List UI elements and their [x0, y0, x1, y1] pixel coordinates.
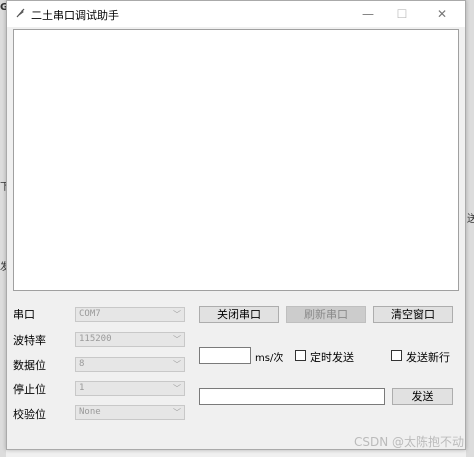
- titlebar: 二土串口调试助手 — ☐ ✕: [7, 1, 465, 27]
- timer-unit-label: ms/次: [255, 353, 284, 364]
- parity-value: None: [79, 407, 101, 417]
- send-button[interactable]: 发送: [392, 388, 453, 405]
- serial-port-label: 串口: [13, 308, 35, 321]
- serial-port-select[interactable]: COM7 ﹀: [75, 307, 185, 322]
- data-bits-select[interactable]: 8 ﹀: [75, 357, 185, 372]
- chevron-down-icon: ﹀: [173, 335, 181, 344]
- receive-textarea[interactable]: [13, 29, 459, 291]
- chevron-down-icon: ﹀: [173, 384, 181, 393]
- close-button[interactable]: ✕: [425, 1, 459, 27]
- chevron-down-icon: ﹀: [173, 310, 181, 319]
- minimize-button[interactable]: —: [351, 1, 385, 27]
- csdn-watermark: CSDN @太陈抱不动: [353, 435, 464, 449]
- refresh-port-button[interactable]: 刷新串口: [286, 306, 366, 323]
- close-port-button[interactable]: 关闭串口: [199, 306, 279, 323]
- baud-rate-value: 115200: [79, 334, 112, 344]
- send-newline-label: 发送新行: [406, 351, 450, 364]
- timed-send-label: 定时发送: [310, 351, 354, 364]
- stop-bits-value: 1: [79, 383, 85, 393]
- timer-interval-input[interactable]: [199, 347, 251, 364]
- parity-select[interactable]: None ﹀: [75, 405, 185, 420]
- background-window-right: [466, 0, 474, 457]
- chevron-down-icon: ﹀: [173, 408, 181, 417]
- serial-port-value: COM7: [79, 309, 101, 319]
- app-feather-icon: [16, 8, 25, 18]
- parity-label: 校验位: [13, 408, 46, 421]
- stop-bits-select[interactable]: 1 ﹀: [75, 381, 185, 396]
- window-title: 二土串口调试助手: [31, 9, 119, 22]
- send-newline-checkbox[interactable]: [391, 350, 402, 361]
- stop-bits-label: 停止位: [13, 383, 46, 396]
- send-input[interactable]: [199, 388, 385, 405]
- serial-assistant-window: 二土串口调试助手 — ☐ ✕ 串口 COM7 ﹀ 波特率 115200 ﹀ 数据…: [6, 0, 466, 450]
- chevron-down-icon: ﹀: [173, 360, 181, 369]
- clear-window-button[interactable]: 清空窗口: [373, 306, 453, 323]
- baud-rate-label: 波特率: [13, 334, 46, 347]
- background-text: 送: [467, 214, 474, 225]
- data-bits-label: 数据位: [13, 359, 46, 372]
- data-bits-value: 8: [79, 359, 85, 369]
- timed-send-checkbox[interactable]: [295, 350, 306, 361]
- maximize-button[interactable]: ☐: [385, 1, 419, 27]
- baud-rate-select[interactable]: 115200 ﹀: [75, 332, 185, 347]
